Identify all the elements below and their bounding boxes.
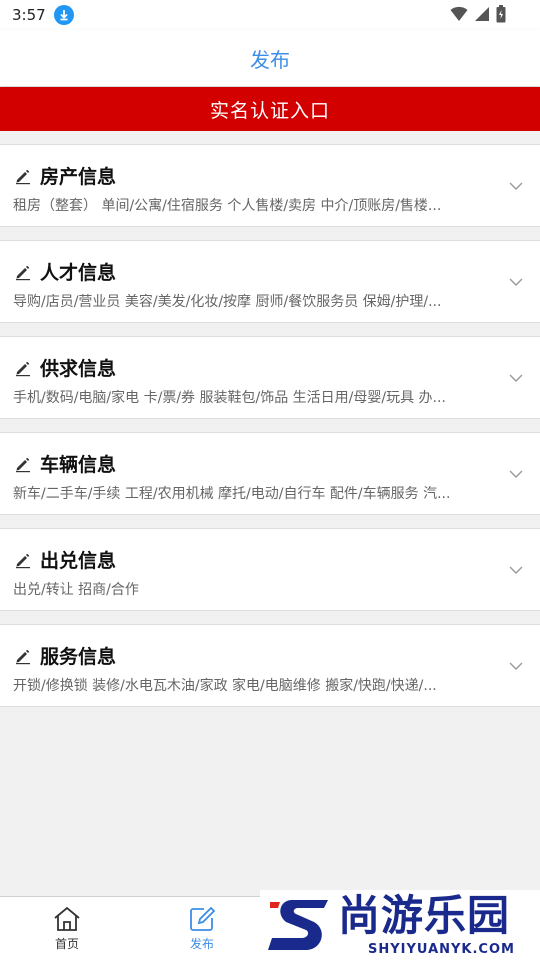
pencil-icon — [16, 265, 30, 280]
category-title-row: 人才信息 — [14, 258, 116, 285]
category-description: 导购/店员/营业员 美容/美发/化妆/按摩 厨师/餐饮服务员 保姆/护理/... — [13, 294, 442, 310]
category-title-row: 服务信息 — [14, 642, 116, 669]
category-item-talent[interactable]: 人才信息 导购/店员/营业员 美容/美发/化妆/按摩 厨师/餐饮服务员 保姆/护… — [0, 240, 540, 323]
watermark-logo: 尚游乐园 SHYIYUANYK.COM — [260, 890, 540, 960]
chevron-down-icon — [509, 662, 523, 670]
pencil-icon — [16, 553, 30, 568]
category-description: 出兑/转让 招商/合作 — [13, 582, 139, 598]
signal-icon — [475, 7, 489, 21]
category-description: 新车/二手车/手续 工程/农用机械 摩托/电动/自行车 配件/车辆服务 汽... — [13, 486, 451, 502]
chevron-down-icon — [509, 182, 523, 190]
pencil-icon — [16, 169, 30, 184]
battery-icon — [496, 5, 506, 23]
nav-home-label: 首页 — [54, 937, 79, 951]
chevron-down-icon — [509, 278, 523, 286]
category-description: 手机/数码/电脑/家电 卡/票/券 服装鞋包/饰品 生活日用/母婴/玩具 办..… — [13, 390, 446, 406]
category-title-row: 供求信息 — [14, 354, 116, 381]
status-time: 3:57 — [12, 6, 46, 24]
category-list: 房产信息 租房（整套） 单间/公寓/住宿服务 个人售楼/卖房 中介/顶账房/售楼… — [0, 144, 540, 720]
category-item-supply-demand[interactable]: 供求信息 手机/数码/电脑/家电 卡/票/券 服装鞋包/饰品 生活日用/母婴/玩… — [0, 336, 540, 419]
nav-publish[interactable]: 发布 — [172, 905, 232, 952]
s-logo-icon — [268, 900, 328, 950]
chevron-down-icon — [509, 470, 523, 478]
category-description: 开锁/修换锁 装修/水电瓦木油/家政 家电/电脑维修 搬家/快跑/快递/... — [13, 678, 437, 694]
page-title: 发布 — [250, 47, 290, 72]
real-name-verify-banner[interactable]: 实名认证入口 — [0, 87, 540, 131]
category-title-row: 出兑信息 — [14, 546, 116, 573]
chevron-down-icon — [509, 374, 523, 382]
top-app-bar: 发布 — [0, 30, 540, 86]
watermark-chinese-text: 尚游乐园 — [338, 891, 511, 940]
nav-publish-label: 发布 — [189, 937, 214, 951]
status-bar: 3:57 — [0, 0, 540, 30]
wifi-icon — [450, 6, 468, 21]
category-description: 租房（整套） 单间/公寓/住宿服务 个人售楼/卖房 中介/顶账房/售楼... — [13, 198, 442, 214]
nav-home[interactable]: 首页 — [37, 905, 97, 952]
chevron-down-icon — [509, 566, 523, 574]
pencil-icon — [16, 457, 30, 472]
category-title-row: 车辆信息 — [14, 450, 116, 477]
category-title: 服务信息 — [40, 646, 117, 668]
category-title: 车辆信息 — [40, 454, 117, 476]
pencil-icon — [16, 649, 30, 664]
category-title: 出兑信息 — [40, 550, 117, 572]
publish-page: 3:57 发布 实名认证入口 房产信息 租房（整套） 单间/公寓/住宿服务 个人… — [0, 0, 540, 960]
verify-banner-label: 实名认证入口 — [209, 99, 330, 122]
category-title-row: 房产信息 — [14, 162, 116, 189]
category-item-services[interactable]: 服务信息 开锁/修换锁 装修/水电瓦木油/家政 家电/电脑维修 搬家/快跑/快递… — [0, 624, 540, 707]
pencil-icon — [16, 361, 30, 376]
category-title: 供求信息 — [40, 358, 117, 380]
home-icon — [54, 906, 80, 931]
category-title: 房产信息 — [40, 166, 117, 188]
category-title: 人才信息 — [40, 262, 117, 284]
category-item-transfer[interactable]: 出兑信息 出兑/转让 招商/合作 — [0, 528, 540, 611]
category-item-vehicles[interactable]: 车辆信息 新车/二手车/手续 工程/农用机械 摩托/电动/自行车 配件/车辆服务… — [0, 432, 540, 515]
watermark-english-text: SHYIYUANYK.COM — [368, 942, 515, 957]
edit-icon — [190, 906, 216, 931]
category-item-housing[interactable]: 房产信息 租房（整套） 单间/公寓/住宿服务 个人售楼/卖房 中介/顶账房/售楼… — [0, 144, 540, 227]
status-icons — [450, 5, 506, 23]
download-icon — [53, 5, 74, 25]
